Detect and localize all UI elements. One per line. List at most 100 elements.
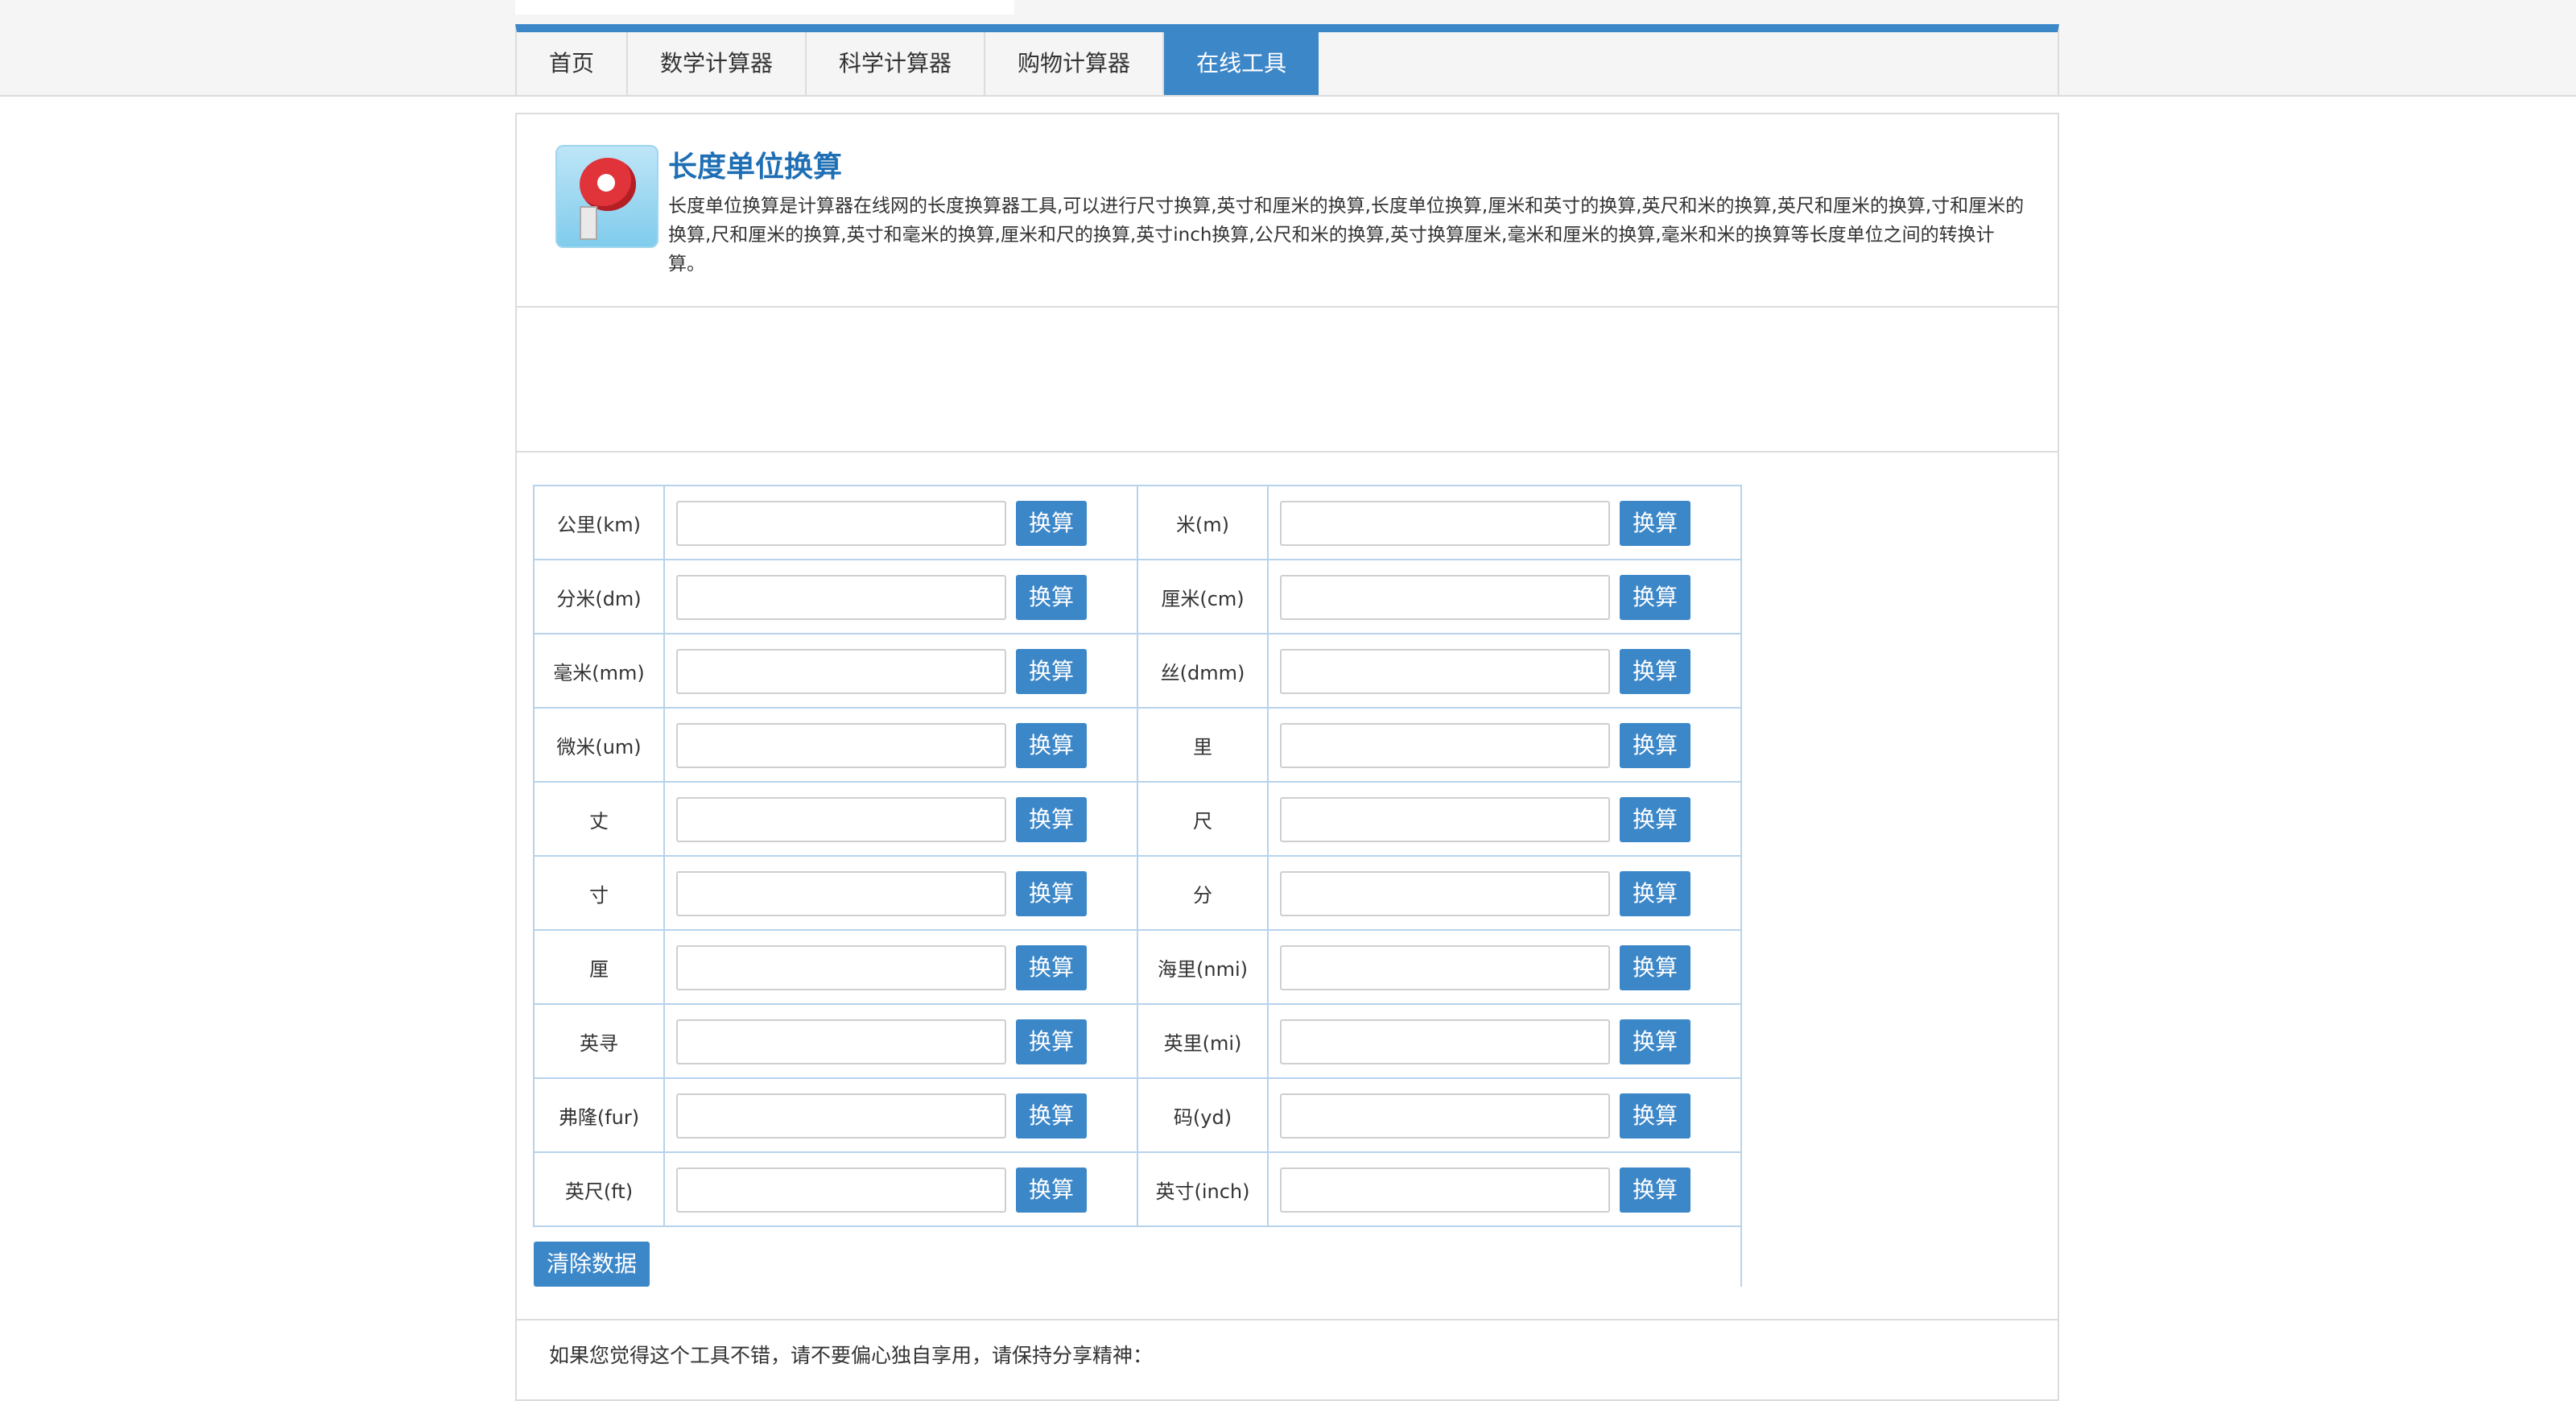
nav-item-math-calculator[interactable]: 数学计算器 (628, 32, 807, 95)
unit-label: 英寸(inch) (1137, 1151, 1269, 1227)
convert-button[interactable]: 换算 (1620, 1093, 1690, 1139)
page-title: 长度单位换算 (668, 151, 843, 184)
unit-value-input[interactable] (1280, 945, 1610, 990)
unit-label: 公里(km) (533, 485, 665, 560)
unit-value-input[interactable] (676, 649, 1006, 694)
unit-field-cell: 换算 (1267, 855, 1742, 931)
unit-field-cell: 换算 (1267, 1077, 1742, 1153)
blank-ad-area (517, 308, 2058, 453)
converter-row: 微米(um) 换算 里 换算 (533, 707, 1742, 783)
convert-button[interactable]: 换算 (1620, 501, 1690, 546)
unit-value-input[interactable] (1280, 1168, 1610, 1213)
converter-row: 分米(dm) 换算 厘米(cm) 换算 (533, 559, 1742, 634)
unit-label: 毫米(mm) (533, 633, 665, 709)
converter-row: 厘 换算 海里(nmi) 换算 (533, 929, 1742, 1005)
unit-value-input[interactable] (1280, 1019, 1610, 1064)
unit-field-cell: 换算 (663, 559, 1138, 634)
share-message: 如果您觉得这个工具不错，请不要偏心独自享用，请保持分享精神： (549, 1344, 1154, 1367)
convert-button[interactable]: 换算 (1620, 1019, 1690, 1064)
convert-button[interactable]: 换算 (1016, 1093, 1087, 1139)
convert-button[interactable]: 换算 (1016, 575, 1087, 620)
unit-label: 寸 (533, 855, 665, 931)
unit-label: 码(yd) (1137, 1077, 1269, 1153)
unit-field-cell: 换算 (1267, 485, 1742, 560)
convert-button[interactable]: 换算 (1016, 797, 1087, 842)
unit-label: 尺 (1137, 781, 1269, 857)
converter-row: 毫米(mm) 换算 丝(dmm) 换算 (533, 633, 1742, 709)
unit-field-cell: 换算 (1267, 559, 1742, 634)
tape-measure-icon (555, 145, 658, 248)
main-nav: 首页 数学计算器 科学计算器 购物计算器 在线工具 (515, 24, 2059, 95)
clear-data-button[interactable]: 清除数据 (534, 1242, 650, 1287)
converter-row: 英尺(ft) 换算 英寸(inch) 换算 (533, 1151, 1742, 1227)
convert-button[interactable]: 换算 (1620, 723, 1690, 768)
unit-field-cell: 换算 (663, 1077, 1138, 1153)
divider (517, 1319, 2058, 1320)
unit-value-input[interactable] (1280, 501, 1610, 546)
convert-button[interactable]: 换算 (1620, 575, 1690, 620)
unit-label: 分米(dm) (533, 559, 665, 634)
convert-button[interactable]: 换算 (1620, 1168, 1690, 1213)
convert-button[interactable]: 换算 (1016, 501, 1087, 546)
unit-field-cell: 换算 (663, 1151, 1138, 1227)
unit-field-cell: 换算 (663, 633, 1138, 709)
unit-value-input[interactable] (676, 1168, 1006, 1213)
convert-button[interactable]: 换算 (1620, 649, 1690, 694)
top-strip (515, 0, 1014, 14)
convert-button[interactable]: 换算 (1016, 1019, 1087, 1064)
unit-value-input[interactable] (676, 871, 1006, 916)
unit-field-cell: 换算 (663, 707, 1138, 783)
converter-row: 弗隆(fur) 换算 码(yd) 换算 (533, 1077, 1742, 1153)
unit-value-input[interactable] (1280, 575, 1610, 620)
unit-value-input[interactable] (676, 723, 1006, 768)
unit-value-input[interactable] (676, 945, 1006, 990)
unit-field-cell: 换算 (663, 855, 1138, 931)
unit-field-cell: 换算 (663, 485, 1138, 560)
nav-item-online-tools[interactable]: 在线工具 (1164, 32, 1319, 95)
convert-button[interactable]: 换算 (1620, 871, 1690, 916)
unit-label: 微米(um) (533, 707, 665, 783)
unit-label: 英寻 (533, 1003, 665, 1079)
unit-label: 丝(dmm) (1137, 633, 1269, 709)
converter-row: 寸 换算 分 换算 (533, 855, 1742, 931)
unit-value-input[interactable] (1280, 871, 1610, 916)
converter-row: 英寻 换算 英里(mi) 换算 (533, 1003, 1742, 1079)
unit-value-input[interactable] (1280, 797, 1610, 842)
unit-field-cell: 换算 (1267, 633, 1742, 709)
convert-button[interactable]: 换算 (1016, 945, 1087, 990)
unit-label: 海里(nmi) (1137, 929, 1269, 1005)
unit-label: 里 (1137, 707, 1269, 783)
nav-item-science-calculator[interactable]: 科学计算器 (807, 32, 986, 95)
converter-row: 丈 换算 尺 换算 (533, 781, 1742, 857)
unit-field-cell: 换算 (1267, 1151, 1742, 1227)
convert-button[interactable]: 换算 (1016, 1168, 1087, 1213)
convert-button[interactable]: 换算 (1620, 945, 1690, 990)
convert-button[interactable]: 换算 (1016, 871, 1087, 916)
converter-row: 公里(km) 换算 米(m) 换算 (533, 485, 1742, 560)
unit-value-input[interactable] (676, 1019, 1006, 1064)
tool-description: 长度单位换算是计算器在线网的长度换算器工具,可以进行尺寸换算,英寸和厘米的换算,… (668, 196, 2025, 275)
unit-value-input[interactable] (676, 1093, 1006, 1139)
unit-value-input[interactable] (676, 575, 1006, 620)
unit-label: 弗隆(fur) (533, 1077, 665, 1153)
unit-value-input[interactable] (676, 797, 1006, 842)
unit-label: 丈 (533, 781, 665, 857)
convert-button[interactable]: 换算 (1016, 649, 1087, 694)
unit-label: 厘米(cm) (1137, 559, 1269, 634)
unit-field-cell: 换算 (1267, 929, 1742, 1005)
unit-field-cell: 换算 (1267, 707, 1742, 783)
tool-intro: 长度单位换算 长度单位换算是计算器在线网的长度换算器工具,可以进行尺寸换算,英寸… (517, 114, 2058, 308)
nav-item-shopping-calculator[interactable]: 购物计算器 (985, 32, 1165, 95)
unit-value-input[interactable] (1280, 1093, 1610, 1139)
unit-value-input[interactable] (1280, 723, 1610, 768)
unit-label: 英里(mi) (1137, 1003, 1269, 1079)
convert-button[interactable]: 换算 (1016, 723, 1087, 768)
unit-label: 厘 (533, 929, 665, 1005)
unit-label: 英尺(ft) (533, 1151, 665, 1227)
main-content: 长度单位换算 长度单位换算是计算器在线网的长度换算器工具,可以进行尺寸换算,英寸… (515, 113, 2059, 1401)
unit-label: 分 (1137, 855, 1269, 931)
convert-button[interactable]: 换算 (1620, 797, 1690, 842)
unit-value-input[interactable] (676, 501, 1006, 546)
nav-item-home[interactable]: 首页 (517, 32, 629, 95)
unit-value-input[interactable] (1280, 649, 1610, 694)
